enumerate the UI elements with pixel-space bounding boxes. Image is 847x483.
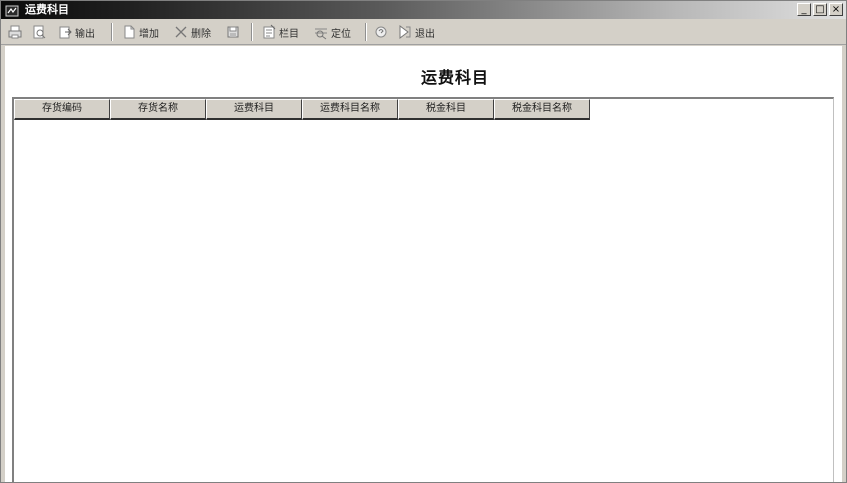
output-icon [59, 26, 72, 39]
output-label: 输出 [75, 28, 95, 40]
save-button[interactable] [225, 24, 241, 40]
toolbar-separator [251, 23, 253, 41]
app-icon [5, 3, 19, 17]
grid-header: 存货编码 存货名称 运费科目 运费科目名称 税金科目 税金科目名称 [14, 99, 590, 120]
app-window: 运费科目 _ □ × 输出 增加 删除 栏目 定位 退出 运费科目 存货编码 存… [0, 0, 847, 483]
add-icon [124, 25, 135, 39]
column-header-inventory-code[interactable]: 存货编码 [14, 99, 110, 120]
column-icon [263, 24, 276, 39]
minimize-button[interactable]: _ [797, 3, 811, 16]
column-button[interactable]: 栏目 [261, 24, 299, 40]
locate-button[interactable]: 定位 [313, 24, 351, 40]
exit-icon [399, 25, 411, 39]
preview-icon [33, 25, 46, 39]
data-grid[interactable]: 存货编码 存货名称 运费科目 运费科目名称 税金科目 税金科目名称 [12, 97, 834, 482]
save-icon [227, 26, 239, 38]
delete-label: 删除 [191, 28, 211, 40]
column-header-freight-account-name[interactable]: 运费科目名称 [302, 99, 398, 120]
page-title: 运费科目 [420, 68, 489, 87]
column-label: 栏目 [279, 28, 299, 40]
help-icon [375, 26, 387, 38]
locate-label: 定位 [331, 28, 351, 40]
print-button[interactable] [7, 24, 23, 40]
column-header-inventory-name[interactable]: 存货名称 [110, 99, 206, 120]
title-bar[interactable]: 运费科目 _ □ × [1, 1, 846, 19]
help-button[interactable] [373, 24, 389, 40]
add-button[interactable]: 增加 [121, 24, 159, 40]
add-label: 增加 [139, 28, 159, 40]
delete-button[interactable]: 删除 [173, 24, 211, 40]
close-button[interactable]: × [829, 3, 843, 16]
exit-label: 退出 [415, 28, 435, 40]
print-icon [8, 25, 22, 39]
content-area: 运费科目 存货编码 存货名称 运费科目 运费科目名称 税金科目 税金科目名称 [5, 46, 842, 482]
column-header-tax-account-name[interactable]: 税金科目名称 [494, 99, 590, 120]
toolbar-separator [365, 23, 367, 41]
delete-icon [175, 26, 187, 38]
column-header-tax-account[interactable]: 税金科目 [398, 99, 494, 120]
toolbar-separator [111, 23, 113, 41]
window-title: 运费科目 [25, 3, 69, 16]
maximize-button[interactable]: □ [813, 3, 827, 16]
exit-button[interactable]: 退出 [397, 24, 435, 40]
output-button[interactable]: 输出 [57, 24, 95, 40]
column-header-freight-account[interactable]: 运费科目 [206, 99, 302, 120]
preview-button[interactable] [31, 24, 47, 40]
locate-icon [315, 28, 327, 40]
toolbar: 输出 增加 删除 栏目 定位 退出 [1, 20, 846, 45]
